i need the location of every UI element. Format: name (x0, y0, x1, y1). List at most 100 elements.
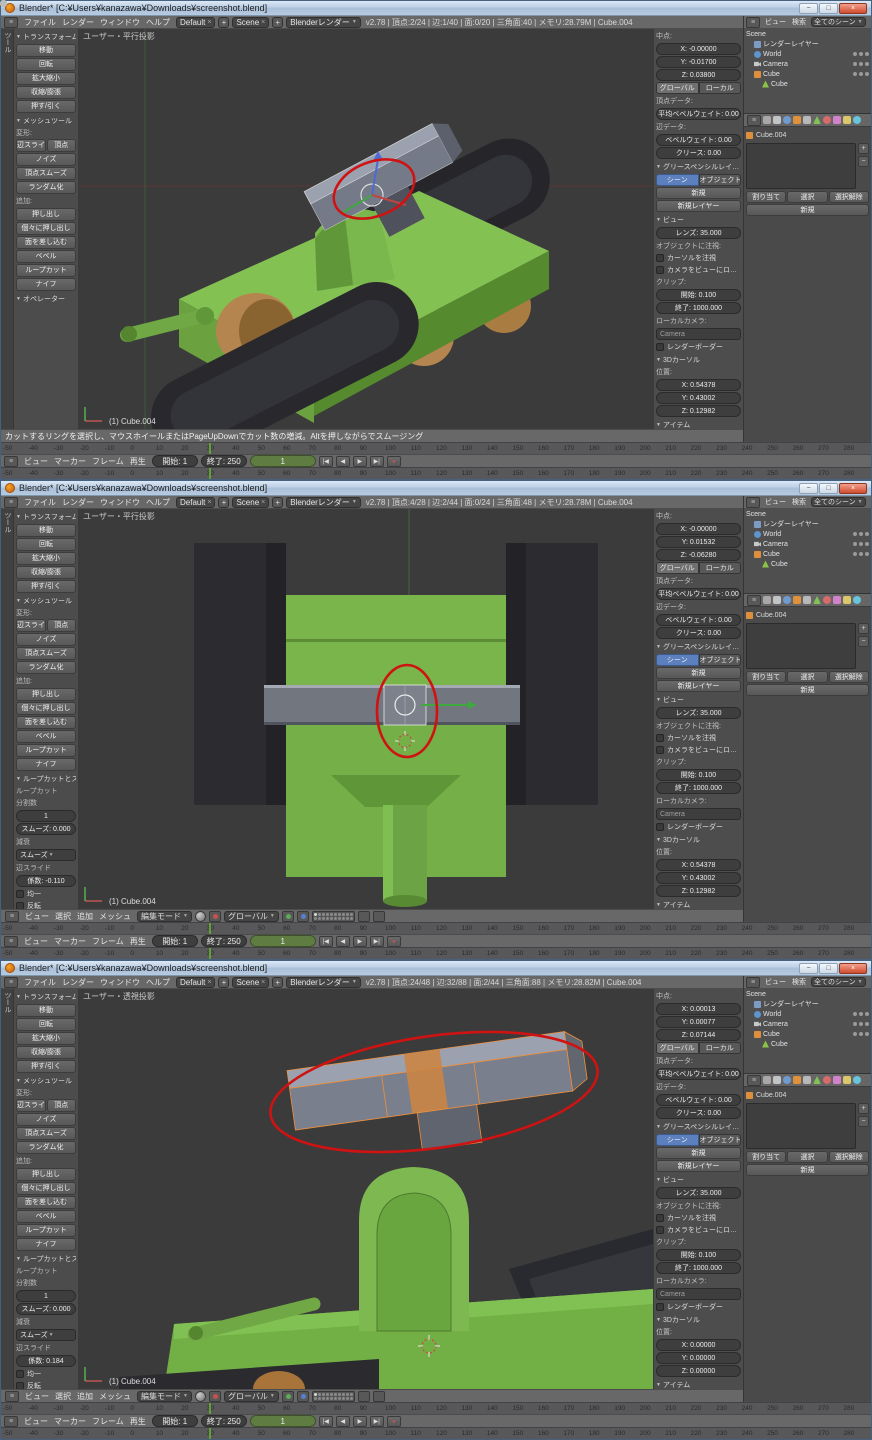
tool-button[interactable]: ループカット (16, 744, 76, 757)
menu-item[interactable]: 再生 (127, 1416, 149, 1427)
crease-field[interactable]: クリース: 0.00 (656, 627, 741, 639)
remove-item-button[interactable]: − (858, 636, 869, 647)
tab-data-icon[interactable] (813, 1076, 821, 1084)
3d-viewport[interactable]: ユーザー・平行投影 (1) Cube.004 (79, 29, 653, 429)
tool-button[interactable]: 収縮/膨張 (16, 86, 76, 99)
editor-type-icon[interactable]: ≡ (747, 595, 761, 606)
menu-item[interactable]: ビュー (21, 456, 51, 467)
add-scene-button[interactable]: + (272, 17, 283, 28)
layout-selector[interactable]: Default× (176, 17, 215, 28)
panel-header-transform[interactable]: ▼トランスフォーム (16, 510, 76, 523)
end-frame-field[interactable]: 終了: 250 (201, 935, 247, 947)
play-button[interactable]: ▶ (353, 936, 367, 947)
start-frame-field[interactable]: 開始: 1 (152, 935, 198, 947)
menu-item[interactable]: レンダー (59, 977, 97, 988)
tool-button[interactable]: 面を差し込む (16, 236, 76, 249)
shelf-tab-tools[interactable]: ツール (1, 29, 14, 429)
global-button[interactable]: グローバル (656, 82, 699, 94)
gp-scene-button[interactable]: シーン (656, 174, 699, 186)
lens-field[interactable]: レンズ: 35.000 (656, 707, 741, 719)
display-filter-dropdown[interactable]: 全てのシーン▼ (811, 977, 866, 987)
tool-button[interactable]: ループカット (16, 1224, 76, 1237)
snap-magnet-icon[interactable] (358, 1391, 370, 1402)
lock-camera-checkbox[interactable]: カメラをビューにロ… (656, 264, 741, 276)
panel-header-loopcut[interactable]: ▼ループカットとスライド (16, 772, 76, 785)
tool-button[interactable]: ノイズ (16, 1113, 76, 1126)
timeline-ruler[interactable]: -50-40-30-20-100102030405060708090100110… (1, 1402, 871, 1414)
tool-button[interactable]: 辺スライド (16, 139, 46, 152)
crease-field[interactable]: クリース: 0.00 (656, 1107, 741, 1119)
add-layout-button[interactable]: + (218, 977, 229, 988)
gp-new-button[interactable]: 新規 (656, 187, 741, 199)
tool-button[interactable]: 面を差し込む (16, 1196, 76, 1209)
outliner-row-camera[interactable]: Camera (746, 59, 869, 69)
render-border-checkbox[interactable]: レンダーボーダー (656, 1301, 741, 1313)
deselect-button[interactable]: 選択解除 (829, 191, 869, 203)
render-engine-selector[interactable]: Blenderレンダー▼ (286, 977, 361, 988)
tool-button[interactable]: ナイフ (16, 758, 76, 771)
panel-header-loopcut[interactable]: ▼ループカットとスライド (16, 1252, 76, 1265)
panel-header-transform[interactable]: ▼トランスフォーム (16, 990, 76, 1003)
menu-item[interactable]: ファイル (21, 497, 59, 508)
menu-item[interactable]: メッシュ (96, 1391, 134, 1402)
select-button[interactable]: 選択 (787, 671, 827, 683)
tool-button[interactable]: 個々に押し出し (16, 222, 76, 235)
menu-item[interactable]: 追加 (74, 1391, 96, 1402)
smooth-slider[interactable]: スムーズ: 0.000 (16, 1303, 76, 1315)
3d-viewport[interactable]: ユーザー・平行投影 (1) Cube.004 (79, 509, 653, 909)
menu-item[interactable]: メッシュ (96, 911, 134, 922)
new-button[interactable]: 新規 (746, 684, 869, 696)
local-button[interactable]: ローカル (699, 82, 742, 94)
gp-new-layer-button[interactable]: 新規レイヤー (656, 200, 741, 212)
tab-material-icon[interactable] (823, 596, 831, 604)
even-checkbox[interactable]: 均一 (16, 888, 76, 900)
global-button[interactable]: グローバル (656, 1042, 699, 1054)
tool-button[interactable]: ランダム化 (16, 661, 76, 674)
tool-button[interactable]: ノイズ (16, 633, 76, 646)
editor-type-icon[interactable]: ≡ (5, 911, 19, 922)
menu-item[interactable]: レンダー (59, 17, 97, 28)
tab-world-icon[interactable] (783, 596, 791, 604)
tab-object-icon[interactable] (793, 116, 801, 124)
visibility-toggles[interactable] (853, 62, 869, 66)
end-frame-field[interactable]: 終了: 250 (201, 455, 247, 467)
panel-header-transform[interactable]: ▼トランスフォーム (16, 30, 76, 43)
tool-button[interactable]: 収縮/膨張 (16, 566, 76, 579)
mean-bevel-field[interactable]: 平均ベベルウェイト: 0.00 (656, 588, 741, 600)
visibility-toggles[interactable] (853, 552, 869, 556)
panel-header-3d-cursor[interactable]: ▼3Dカーソル (656, 353, 741, 366)
visibility-toggles[interactable] (853, 1012, 869, 1016)
minimize-button[interactable]: − (799, 963, 818, 974)
falloff-dropdown[interactable]: スムーズ▼ (16, 1329, 76, 1341)
tab-scene-icon[interactable] (773, 116, 781, 124)
median-x-field[interactable]: X: 0.00013 (656, 1003, 741, 1015)
record-button[interactable]: ● (387, 1416, 401, 1427)
even-checkbox[interactable]: 均一 (16, 1368, 76, 1380)
previous-keyframe-button[interactable]: ◀ (336, 1416, 350, 1427)
next-keyframe-button[interactable]: ▶| (370, 1416, 384, 1427)
tool-button[interactable]: ループカット (16, 264, 76, 277)
outliner-row-camera[interactable]: Camera (746, 1019, 869, 1029)
close-icon[interactable]: × (261, 19, 265, 26)
tool-button[interactable]: 頂点 (47, 619, 77, 632)
current-frame-field[interactable]: 1 (250, 455, 316, 467)
render-engine-selector[interactable]: Blenderレンダー▼ (286, 497, 361, 508)
cursor-x-field[interactable]: X: 0.00000 (656, 1339, 741, 1351)
lens-field[interactable]: レンズ: 35.000 (656, 227, 741, 239)
tab-world-icon[interactable] (783, 116, 791, 124)
tool-button[interactable]: 個々に押し出し (16, 702, 76, 715)
local-button[interactable]: ローカル (699, 1042, 742, 1054)
outliner-row-cube[interactable]: Cube (746, 69, 869, 79)
clip-start-field[interactable]: 開始: 0.100 (656, 769, 741, 781)
smooth-slider[interactable]: スムーズ: 0.000 (16, 823, 76, 835)
visibility-toggles[interactable] (853, 52, 869, 56)
menu-item[interactable]: ヘルプ (143, 17, 173, 28)
tool-button[interactable]: ベベル (16, 730, 76, 743)
menu-item[interactable]: ファイル (21, 977, 59, 988)
remove-item-button[interactable]: − (858, 1116, 869, 1127)
cursor-x-field[interactable]: X: 0.54378 (656, 859, 741, 871)
menu-item[interactable]: ビュー (762, 977, 789, 987)
lock-cursor-checkbox[interactable]: カーソルを注視 (656, 1212, 741, 1224)
add-scene-button[interactable]: + (272, 977, 283, 988)
mean-bevel-field[interactable]: 平均ベベルウェイト: 0.00 (656, 1068, 741, 1080)
